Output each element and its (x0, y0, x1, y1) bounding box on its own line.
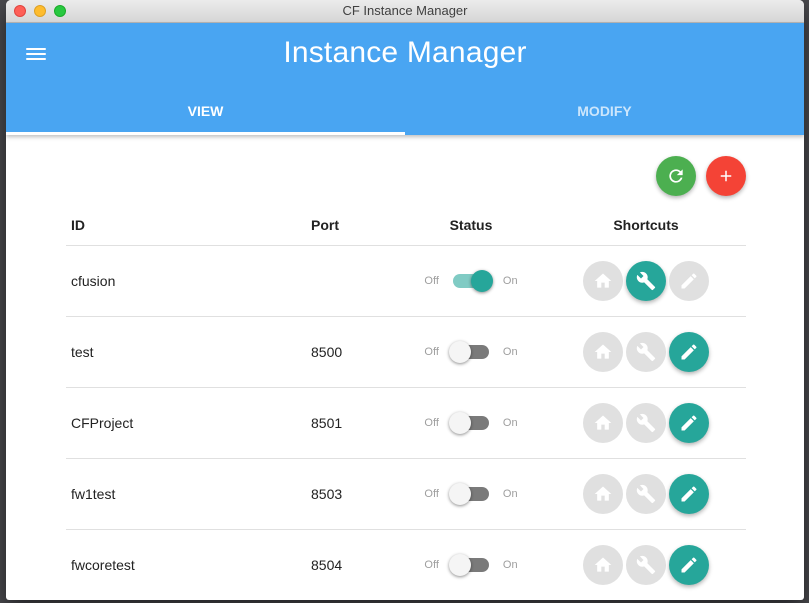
instance-status: Off On (396, 529, 546, 600)
status-toggle[interactable] (448, 340, 493, 364)
instances-table: ID Port Status Shortcuts cfusion Off On tes… (66, 205, 746, 600)
add-instance-button[interactable] (706, 156, 746, 196)
open-admin-button[interactable] (626, 403, 666, 443)
table-row: CFProject 8501 Off On (66, 387, 746, 459)
instance-id: fw1test (66, 458, 311, 530)
wrench-icon (636, 342, 656, 362)
instance-shortcuts (546, 316, 746, 388)
wrench-icon (636, 271, 656, 291)
window-close-button[interactable] (14, 5, 26, 17)
header-id: ID (66, 205, 311, 246)
instance-shortcuts (546, 387, 746, 459)
table-row: fwcoretest 8504 Off On (66, 529, 746, 600)
traffic-lights (14, 5, 66, 17)
open-admin-button[interactable] (626, 261, 666, 301)
edit-instance-button[interactable] (669, 261, 709, 301)
header-status: Status (396, 205, 546, 246)
edit-instance-button[interactable] (669, 474, 709, 514)
wrench-icon (636, 555, 656, 575)
pencil-icon (681, 486, 697, 502)
pencil-icon (681, 344, 697, 360)
status-off-label: Off (424, 346, 439, 358)
toggle-thumb (448, 554, 471, 576)
open-home-button[interactable] (583, 474, 623, 514)
toggle-thumb (448, 341, 471, 363)
tab-modify[interactable]: MODIFY (405, 89, 804, 135)
status-toggle[interactable] (449, 269, 493, 293)
open-home-button[interactable] (583, 403, 623, 443)
plus-icon (720, 170, 732, 182)
home-icon (594, 344, 612, 359)
wrench-icon (636, 413, 656, 433)
status-off-label: Off (424, 417, 439, 429)
status-toggle[interactable] (448, 482, 493, 506)
table-row: cfusion Off On (66, 245, 746, 317)
home-icon (594, 486, 612, 501)
status-off-label: Off (424, 488, 439, 500)
status-on-label: On (502, 346, 518, 358)
status-on-label: On (502, 559, 518, 571)
header-port: Port (311, 205, 396, 246)
window-title: CF Instance Manager (342, 3, 468, 18)
table-row: test 8500 Off On (66, 316, 746, 388)
open-admin-button[interactable] (626, 332, 666, 372)
status-toggle[interactable] (448, 553, 493, 577)
home-icon (594, 557, 612, 572)
open-home-button[interactable] (583, 332, 623, 372)
instance-port (311, 245, 396, 317)
instance-port: 8503 (311, 458, 396, 530)
instance-status: Off On (396, 316, 546, 388)
status-on-label: On (502, 417, 518, 429)
header-shortcuts: Shortcuts (546, 205, 746, 246)
instance-id: cfusion (66, 245, 311, 317)
pencil-icon (681, 415, 697, 431)
status-off-label: Off (424, 275, 439, 287)
instance-shortcuts (546, 245, 746, 317)
instance-id: test (66, 316, 311, 388)
status-off-label: Off (424, 559, 439, 571)
instance-id: CFProject (66, 387, 311, 459)
pencil-icon (681, 557, 697, 573)
instance-port: 8501 (311, 387, 396, 459)
open-home-button[interactable] (583, 261, 623, 301)
app-bar: Instance Manager VIEW MODIFY (6, 23, 804, 135)
main-content: ID Port Status Shortcuts cfusion Off On tes… (6, 135, 804, 600)
refresh-icon (669, 169, 683, 183)
status-toggle[interactable] (448, 411, 493, 435)
instance-status: Off On (396, 245, 546, 317)
tab-view[interactable]: VIEW (6, 89, 405, 135)
status-on-label: On (502, 275, 518, 287)
table-body: cfusion Off On test 8500 Off On CFProject 8501 Of… (66, 245, 746, 600)
open-admin-button[interactable] (626, 545, 666, 585)
instance-shortcuts (546, 458, 746, 530)
app-window: CF Instance Manager Instance Manager VIE… (6, 0, 804, 600)
table-row: fw1test 8503 Off On (66, 458, 746, 530)
toggle-thumb (448, 483, 471, 505)
open-home-button[interactable] (583, 545, 623, 585)
table-header-row: ID Port Status Shortcuts (66, 205, 746, 246)
window-minimize-button[interactable] (34, 5, 46, 17)
edit-instance-button[interactable] (669, 403, 709, 443)
edit-instance-button[interactable] (669, 332, 709, 372)
instance-shortcuts (546, 529, 746, 600)
instance-status: Off On (396, 458, 546, 530)
wrench-icon (636, 484, 656, 504)
app-title: Instance Manager (283, 36, 527, 69)
home-icon (594, 273, 612, 288)
window-maximize-button[interactable] (54, 5, 66, 17)
toggle-thumb (470, 270, 493, 292)
instance-status: Off On (396, 387, 546, 459)
edit-instance-button[interactable] (669, 545, 709, 585)
home-icon (594, 415, 612, 430)
pencil-icon (681, 273, 697, 289)
instance-port: 8504 (311, 529, 396, 600)
status-on-label: On (502, 488, 518, 500)
toggle-thumb (448, 412, 471, 434)
open-admin-button[interactable] (626, 474, 666, 514)
instance-id: fwcoretest (66, 529, 311, 600)
instance-port: 8500 (311, 316, 396, 388)
refresh-button[interactable] (656, 156, 696, 196)
window-titlebar: CF Instance Manager (6, 0, 804, 23)
tab-bar: VIEW MODIFY (6, 89, 804, 135)
